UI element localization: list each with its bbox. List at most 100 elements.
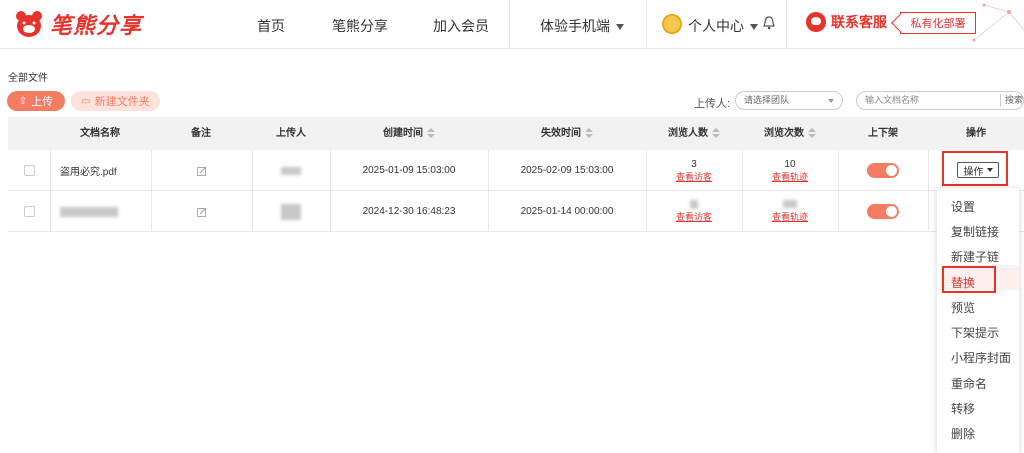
view-visitors-link[interactable]: 查看访客 <box>676 171 712 184</box>
view-count: 10 <box>784 158 796 170</box>
sort-icon <box>585 128 593 139</box>
uploader-cell <box>252 150 330 191</box>
edit-icon[interactable] <box>196 207 207 217</box>
nav-divider <box>509 0 510 49</box>
view-count-blurred <box>782 199 797 208</box>
views-cell: 查看轨迹 <box>742 191 838 232</box>
upload-button[interactable]: ⇧ 上传 <box>7 91 65 111</box>
action-menu-button[interactable]: 操作 <box>957 162 999 178</box>
breadcrumb[interactable]: 全部文件 <box>8 69 48 84</box>
uploader-filter-label: 上传人: <box>694 98 731 110</box>
file-name[interactable]: 盗用必究.pdf <box>50 150 151 191</box>
contact-service-label: 联系客服 <box>831 14 887 30</box>
menu-item-rename[interactable]: 重命名 <box>951 375 987 392</box>
upload-icon: ⇧ <box>18 95 28 107</box>
new-folder-button[interactable]: ▭ 新建文件夹 <box>71 91 160 111</box>
viewer-count: 3 <box>691 158 697 170</box>
coin-icon <box>662 14 682 34</box>
checkbox-cell <box>8 191 50 232</box>
nav-membership[interactable]: 加入会员 <box>433 16 489 36</box>
col-publish-label: 上下架 <box>868 128 898 139</box>
search-input[interactable]: 输入文档名称 搜索 <box>856 91 1024 110</box>
nav-share[interactable]: 笔熊分享 <box>332 16 388 36</box>
col-actions-label: 操作 <box>966 128 986 139</box>
new-folder-label: 新建文件夹 <box>94 96 150 108</box>
publish-cell <box>838 150 928 191</box>
table-row: 盗用必究.pdf 2025-01-09 15:03:00 2025-02-09 … <box>8 150 1024 191</box>
search-button[interactable]: 搜索 <box>999 94 1023 107</box>
menu-item-copy-link[interactable]: 复制链接 <box>951 223 999 240</box>
viewers-cell: 3 查看访客 <box>646 150 742 191</box>
file-name-blurred <box>60 206 118 217</box>
row-checkbox[interactable] <box>23 165 35 176</box>
checkbox-cell <box>8 150 50 191</box>
publish-toggle[interactable] <box>867 163 899 178</box>
personal-center-label: 个人中心 <box>688 18 744 34</box>
logo[interactable]: 笔熊分享 <box>14 8 142 40</box>
col-expires[interactable]: 失效时间 <box>488 117 646 150</box>
table-header: 文档名称 备注 上传人 创建时间 失效时间 浏览人数 浏览次数 上下架 操作 <box>8 117 1024 150</box>
sort-icon <box>712 128 720 139</box>
uploader-select-placeholder: 请选择团队 <box>744 95 790 105</box>
menu-item-transfer[interactable]: 转移 <box>951 400 975 417</box>
col-views-label: 浏览次数 <box>764 128 804 139</box>
nav-divider <box>646 0 647 49</box>
view-visitors-link[interactable]: 查看访客 <box>676 211 712 224</box>
note-cell <box>151 150 252 191</box>
col-created[interactable]: 创建时间 <box>330 117 488 150</box>
publish-toggle[interactable] <box>867 204 899 219</box>
top-header: 笔熊分享 首页 笔熊分享 加入会员 体验手机端 个人中心 联系客服 私有化部署 <box>0 0 1024 49</box>
col-actions: 操作 <box>928 117 1024 150</box>
personal-center[interactable]: 个人中心 <box>688 16 758 36</box>
uploader-blurred <box>281 166 301 175</box>
views-cell: 10 查看轨迹 <box>742 150 838 191</box>
edit-icon[interactable] <box>196 166 207 176</box>
network-decoration-icon <box>972 3 1024 42</box>
uploader-select[interactable]: 请选择团队 <box>735 91 843 110</box>
col-views[interactable]: 浏览次数 <box>742 117 838 150</box>
menu-item-miniprogram-cover[interactable]: 小程序封面 <box>951 349 1011 366</box>
file-name[interactable] <box>50 191 151 232</box>
expire-time: 2025-02-09 15:03:00 <box>520 165 614 176</box>
col-uploader: 上传人 <box>252 117 330 150</box>
view-tracks-link[interactable]: 查看轨迹 <box>772 171 808 184</box>
menu-item-preview[interactable]: 预览 <box>951 299 975 316</box>
row-checkbox[interactable] <box>23 206 35 217</box>
menu-item-new-sublink[interactable]: 新建子链 <box>951 248 999 265</box>
logo-text: 笔熊分享 <box>50 14 143 39</box>
sort-icon <box>808 128 816 139</box>
column-divider <box>646 150 647 232</box>
nav-mobile[interactable]: 体验手机端 <box>540 16 624 36</box>
table-row: 2024-12-30 16:48:23 2025-01-14 00:00:00 … <box>8 191 1024 232</box>
chevron-down-icon <box>828 99 834 103</box>
col-created-label: 创建时间 <box>383 128 423 139</box>
column-divider <box>838 150 839 232</box>
column-divider <box>488 150 489 232</box>
menu-item-settings[interactable]: 设置 <box>951 198 975 215</box>
column-divider <box>928 150 929 232</box>
action-dropdown-menu: 设置 复制链接 新建子链 替换 预览 下架提示 小程序封面 重命名 转移 删除 <box>937 188 1019 453</box>
col-note-label: 备注 <box>191 128 211 139</box>
contact-service[interactable]: 联系客服 <box>806 12 887 32</box>
column-divider <box>151 150 152 232</box>
column-divider <box>50 150 51 232</box>
menu-item-delete[interactable]: 删除 <box>951 425 975 442</box>
uploader-blurred <box>281 203 301 220</box>
nav-divider <box>786 0 787 49</box>
menu-item-unpublish-notice[interactable]: 下架提示 <box>951 324 999 341</box>
created-time: 2025-01-09 15:03:00 <box>362 165 456 176</box>
col-name: 文档名称 <box>50 117 150 150</box>
col-uploader-label: 上传人 <box>276 128 306 139</box>
action-menu-label: 操作 <box>963 166 984 178</box>
view-tracks-link[interactable]: 查看轨迹 <box>772 211 808 224</box>
chevron-down-icon <box>616 24 624 31</box>
bell-icon[interactable] <box>763 16 775 30</box>
viewer-count-blurred <box>689 199 698 209</box>
private-deploy-label: 私有化部署 <box>910 18 966 30</box>
viewers-cell: 查看访客 <box>646 191 742 232</box>
column-divider <box>742 150 743 232</box>
private-deploy-button[interactable]: 私有化部署 <box>900 12 976 34</box>
nav-home[interactable]: 首页 <box>257 16 285 36</box>
folder-icon: ▭ <box>81 95 91 107</box>
col-viewers[interactable]: 浏览人数 <box>646 117 742 150</box>
